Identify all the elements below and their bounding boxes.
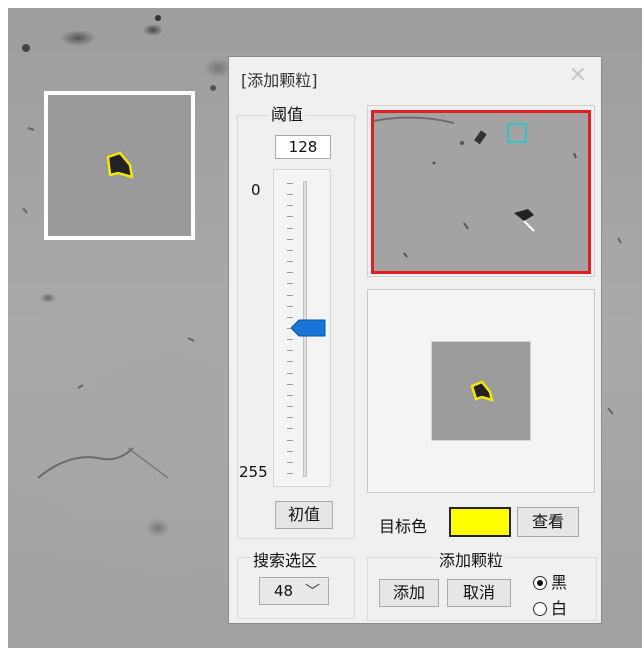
slider-tick	[287, 417, 293, 419]
threshold-value-field[interactable]: 128	[275, 135, 331, 159]
add-particle-dialog: [添加颗粒] ✕ 阈值 128 0 255 初值 搜索选区 48 ﹀ 目标色 查…	[228, 56, 602, 624]
view-button[interactable]: 查看	[517, 507, 579, 537]
slider-tick	[287, 205, 293, 207]
search-region-select[interactable]: 48 ﹀	[259, 577, 329, 605]
search-region-label: 搜索选区	[251, 547, 320, 571]
radio-white-label: 白	[551, 599, 568, 618]
slider-tick	[287, 305, 293, 307]
threshold-max-label: 255	[239, 463, 268, 481]
dialog-title: [添加颗粒]	[241, 71, 318, 90]
slider-tick	[287, 294, 293, 296]
slider-tick	[287, 383, 293, 385]
slider-tick	[287, 261, 293, 263]
zoom-preview	[431, 341, 531, 441]
slider-tick	[287, 227, 293, 229]
slider-tick	[287, 316, 293, 318]
radio-white[interactable]: 白	[533, 595, 567, 619]
zoomed-particle-icon	[470, 380, 494, 402]
slider-tick	[287, 473, 293, 474]
radio-black-indicator	[533, 576, 547, 590]
threshold-slider-thumb[interactable]	[291, 319, 327, 337]
add-button[interactable]: 添加	[379, 579, 439, 607]
slider-tick	[287, 450, 293, 452]
slider-tick	[287, 216, 293, 218]
slider-tick	[287, 406, 293, 408]
threshold-min-label: 0	[251, 181, 261, 199]
chevron-down-icon: ﹀	[304, 582, 320, 600]
slider-tick	[287, 461, 293, 463]
slider-tick	[287, 183, 293, 184]
threshold-label: 阈值	[269, 101, 306, 125]
particle-outline-icon	[106, 151, 134, 179]
radio-black[interactable]: 黑	[533, 569, 567, 593]
initial-value-button[interactable]: 初值	[275, 501, 333, 529]
slider-tick	[287, 350, 293, 352]
cancel-button[interactable]: 取消	[447, 579, 511, 607]
slider-tick	[287, 361, 293, 363]
slider-tick	[287, 238, 293, 240]
slider-tick	[287, 194, 293, 196]
slider-tick	[287, 272, 293, 274]
slider-tick	[287, 428, 293, 430]
target-color-label: 目标色	[379, 517, 428, 536]
slider-tick	[287, 394, 293, 396]
target-color-swatch[interactable]	[449, 507, 511, 537]
slider-tick	[287, 372, 293, 374]
add-particle-label: 添加颗粒	[437, 547, 506, 571]
slider-tick	[287, 439, 293, 441]
particle-thumbnail	[44, 91, 195, 240]
radio-black-label: 黑	[551, 573, 568, 592]
search-region-value: 48	[274, 582, 294, 600]
slider-tick	[287, 249, 293, 251]
overview-preview[interactable]	[371, 110, 591, 274]
radio-white-indicator	[533, 602, 547, 616]
slider-tick	[287, 283, 293, 285]
slider-tick	[287, 339, 293, 341]
close-icon[interactable]: ✕	[569, 63, 587, 88]
overview-image	[374, 113, 588, 271]
